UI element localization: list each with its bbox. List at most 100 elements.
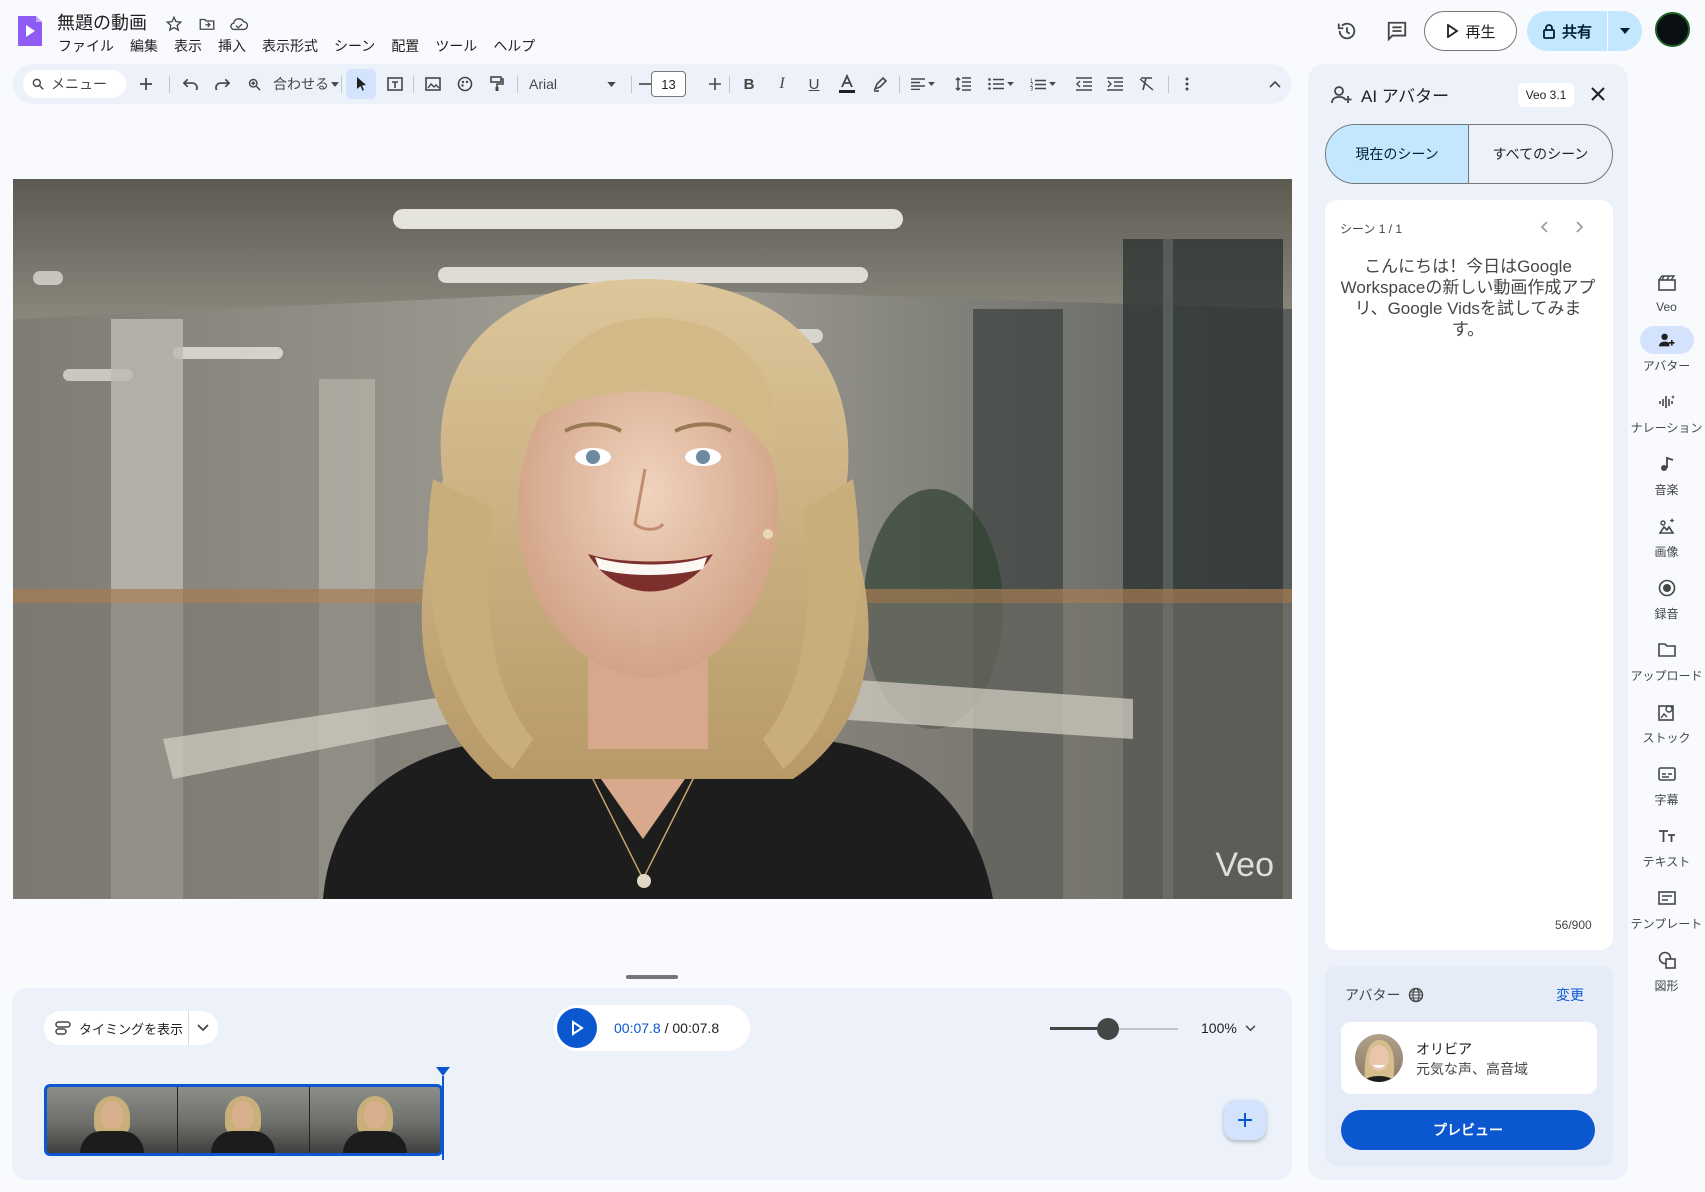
version-history-button[interactable]	[1329, 11, 1365, 51]
background-color-icon[interactable]	[451, 64, 479, 104]
share-dropdown-button[interactable]	[1608, 11, 1642, 51]
scene-clip[interactable]	[44, 1084, 443, 1156]
undo-icon[interactable]	[176, 64, 204, 104]
preview-button[interactable]: プレビュー	[1341, 1110, 1595, 1150]
zoom-icon[interactable]	[240, 64, 268, 104]
font-family-label: Arial	[529, 76, 558, 92]
menu-arrange[interactable]: 配置	[391, 36, 427, 56]
menu-search-input[interactable]: メニュー	[23, 70, 126, 98]
menu-file[interactable]: ファイル	[58, 36, 122, 56]
more-options-icon[interactable]	[1173, 64, 1201, 104]
playback-control: 00:07.8 / 00:07.8	[554, 1005, 750, 1051]
bold-icon[interactable]: B	[735, 64, 763, 104]
caret-down-icon	[1007, 82, 1014, 86]
new-scene-icon[interactable]	[131, 64, 161, 104]
avatar-section-header: アバター	[1345, 985, 1424, 1005]
font-size-input[interactable]: 13	[651, 71, 686, 97]
select-tool-icon[interactable]	[346, 69, 376, 99]
decrease-indent-icon[interactable]	[1070, 64, 1098, 104]
rail-label: テンプレート	[1630, 917, 1703, 931]
total-time: 00:07.8	[672, 1020, 720, 1036]
close-icon	[1591, 87, 1605, 101]
rail-label: Veo	[1656, 300, 1677, 314]
comments-button[interactable]	[1379, 11, 1415, 51]
comment-icon	[1387, 21, 1407, 42]
play-button[interactable]: 再生	[1424, 11, 1517, 51]
rail-item-stock[interactable]: ストック	[1628, 698, 1705, 746]
playhead-marker[interactable]	[436, 1067, 450, 1076]
tab-all-scenes[interactable]: すべてのシーン	[1469, 125, 1612, 183]
close-panel-button[interactable]	[1585, 81, 1611, 107]
rail-item-music[interactable]: 音楽	[1628, 450, 1705, 498]
increase-indent-icon[interactable]	[1101, 64, 1129, 104]
rail-item-captions[interactable]: 字幕	[1628, 760, 1705, 808]
next-scene-icon[interactable]	[1570, 218, 1588, 236]
redo-icon[interactable]	[208, 64, 236, 104]
rail-label: 字幕	[1654, 793, 1679, 807]
increase-font-size-icon[interactable]	[703, 64, 727, 104]
caret-down-icon	[607, 81, 616, 87]
rail-label: テキスト	[1642, 855, 1691, 869]
rail-label: 図形	[1654, 979, 1679, 993]
image-icon[interactable]	[419, 64, 447, 104]
cloud-saved-icon[interactable]	[228, 13, 250, 35]
bulleted-list-dropdown[interactable]	[983, 64, 1019, 104]
menu-format[interactable]: 表示形式	[262, 36, 326, 56]
collapse-toolbar-icon[interactable]	[1261, 64, 1289, 104]
stock-icon	[1640, 698, 1694, 726]
numbered-list-icon: 123	[1030, 78, 1046, 91]
align-dropdown[interactable]	[905, 64, 941, 104]
rail-item-veo[interactable]: Veo	[1628, 269, 1705, 314]
timeline-play-button[interactable]	[557, 1008, 597, 1048]
change-avatar-link[interactable]: 変更	[1556, 985, 1584, 1005]
menu-tools[interactable]: ツール	[435, 36, 485, 56]
previous-scene-icon[interactable]	[1536, 218, 1554, 236]
rail-item-record[interactable]: 録音	[1628, 574, 1705, 622]
time-separator: /	[660, 1020, 673, 1036]
rail-item-template[interactable]: テンプレート	[1628, 884, 1705, 932]
menu-scene[interactable]: シーン	[334, 36, 383, 56]
star-icon[interactable]	[163, 13, 185, 35]
rail-item-shapes[interactable]: 図形	[1628, 946, 1705, 994]
tab-current-scene[interactable]: 現在のシーン	[1326, 125, 1469, 183]
document-title[interactable]: 無題の動画	[57, 9, 147, 35]
clear-formatting-icon[interactable]	[1133, 64, 1161, 104]
paint-format-icon[interactable]	[483, 64, 511, 104]
vids-logo-icon[interactable]	[16, 14, 44, 48]
zoom-level-dropdown[interactable]: 100%	[1201, 1020, 1256, 1036]
menu-view[interactable]: 表示	[174, 36, 210, 56]
menu-edit[interactable]: 編集	[130, 36, 166, 56]
rail-item-narration[interactable]: ナレーション	[1628, 388, 1705, 436]
rail-item-avatar[interactable]: アバター	[1628, 326, 1705, 374]
menu-help[interactable]: ヘルプ	[493, 36, 543, 56]
highlight-icon[interactable]	[866, 64, 894, 104]
zoom-slider-thumb[interactable]	[1096, 1018, 1119, 1040]
rail-item-text[interactable]: テキスト	[1628, 822, 1705, 870]
menu-insert[interactable]: 挿入	[218, 36, 254, 56]
line-spacing-icon[interactable]	[949, 64, 977, 104]
narration-icon	[1640, 388, 1694, 416]
underline-icon[interactable]: U	[800, 64, 828, 104]
timeline-resize-handle[interactable]	[626, 975, 678, 979]
zoom-fit-dropdown[interactable]: 合わせる	[273, 64, 343, 104]
numbered-list-dropdown[interactable]: 123	[1025, 64, 1061, 104]
script-textarea[interactable]: こんにちは！今日はGoogle Workspaceの新しい動画作成アプリ、Goo…	[1340, 256, 1596, 340]
add-scene-button[interactable]	[1224, 1100, 1266, 1140]
font-family-dropdown[interactable]: Arial	[529, 64, 619, 104]
show-timing-button[interactable]: タイミングを表示	[44, 1011, 218, 1045]
text-box-icon[interactable]	[381, 64, 409, 104]
text-color-icon[interactable]	[833, 64, 861, 104]
play-icon	[1447, 24, 1460, 38]
account-avatar[interactable]	[1655, 12, 1690, 47]
timing-icon	[55, 1021, 71, 1035]
italic-icon[interactable]: I	[768, 64, 796, 104]
rail-item-image[interactable]: 画像	[1628, 512, 1705, 560]
rail-item-upload[interactable]: アップロード	[1628, 636, 1705, 684]
avatar-section-label: アバター	[1345, 987, 1401, 1003]
share-button[interactable]: 共有	[1527, 11, 1607, 51]
playhead-line	[442, 1076, 444, 1160]
rail-label: 画像	[1654, 545, 1679, 559]
caret-down-icon	[928, 82, 935, 86]
video-preview[interactable]: Veo	[13, 179, 1292, 899]
move-to-folder-icon[interactable]	[196, 13, 218, 35]
